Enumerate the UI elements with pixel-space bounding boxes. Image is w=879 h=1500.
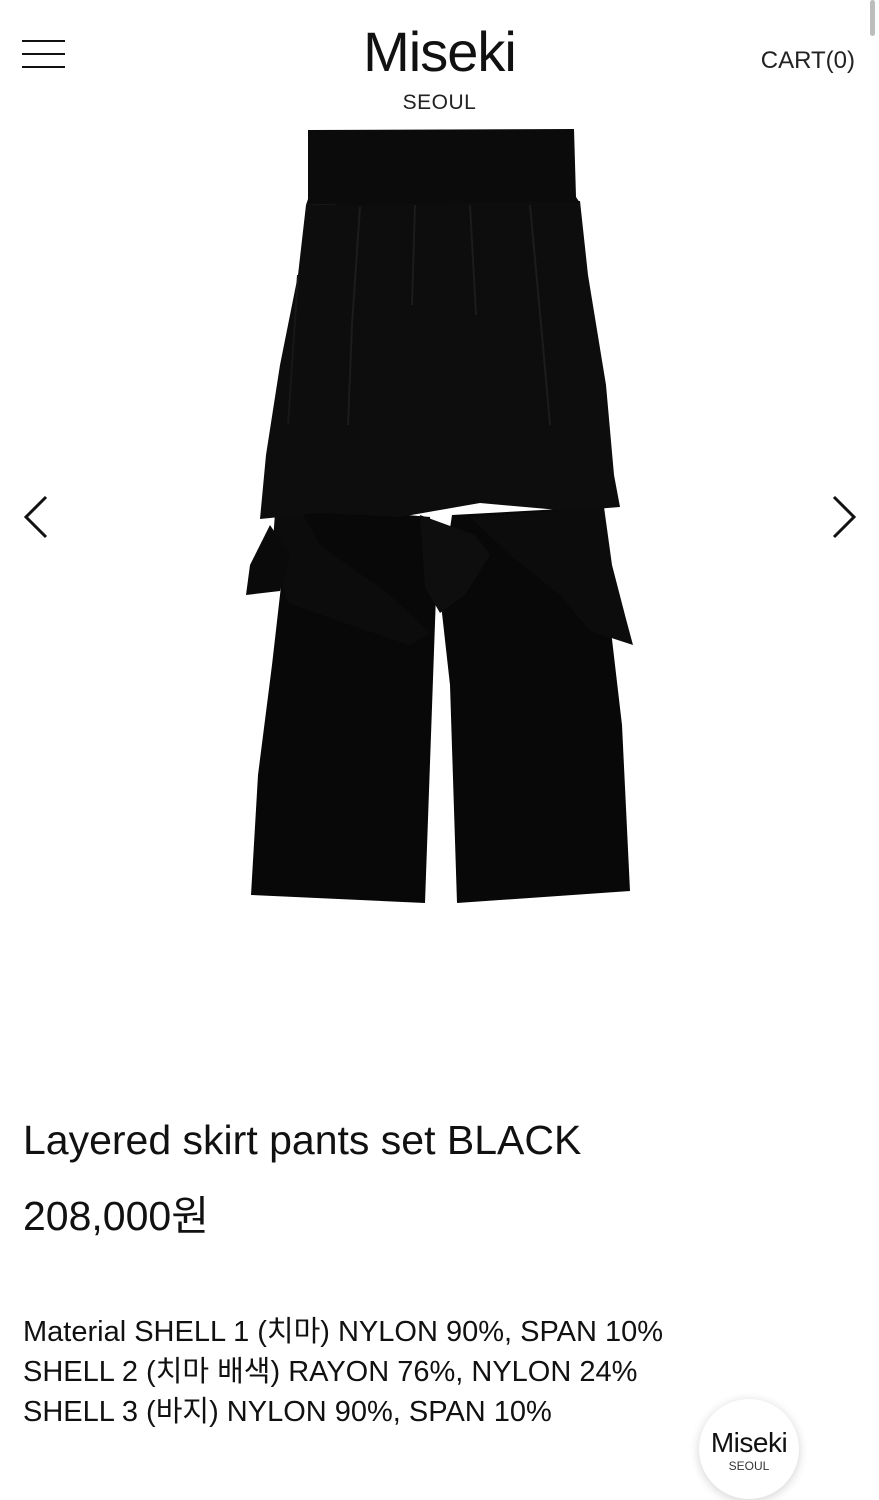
floating-logo-wordmark: Miseki	[710, 1427, 788, 1458]
product-gallery	[0, 125, 879, 955]
logo-wordmark: Miseki	[363, 20, 517, 83]
material-line: Material SHELL 1 (치마) NYLON 90%, SPAN 10…	[23, 1316, 664, 1348]
scrollbar[interactable]	[870, 0, 875, 36]
product-title: Layered skirt pants set BLACK	[23, 1117, 582, 1163]
floating-brand-button[interactable]: Miseki SEOUL	[699, 1399, 799, 1499]
chevron-left-icon[interactable]	[18, 493, 58, 543]
material-line: SHELL 2 (치마 배색) RAYON 76%, NYLON 24%	[23, 1356, 638, 1388]
floating-logo-location: SEOUL	[728, 1459, 770, 1473]
product-price: 208,000원	[23, 1193, 209, 1239]
brand-logo[interactable]: Miseki SEOUL	[0, 22, 879, 116]
chevron-right-icon[interactable]	[824, 493, 864, 543]
header: Miseki SEOUL CART(0)	[0, 0, 879, 125]
logo-location: SEOUL	[402, 91, 477, 114]
cart-link[interactable]: CART(0)	[761, 47, 855, 75]
product-image	[246, 129, 633, 903]
product-info: Layered skirt pants set BLACK 208,000원 M…	[23, 1112, 843, 1432]
